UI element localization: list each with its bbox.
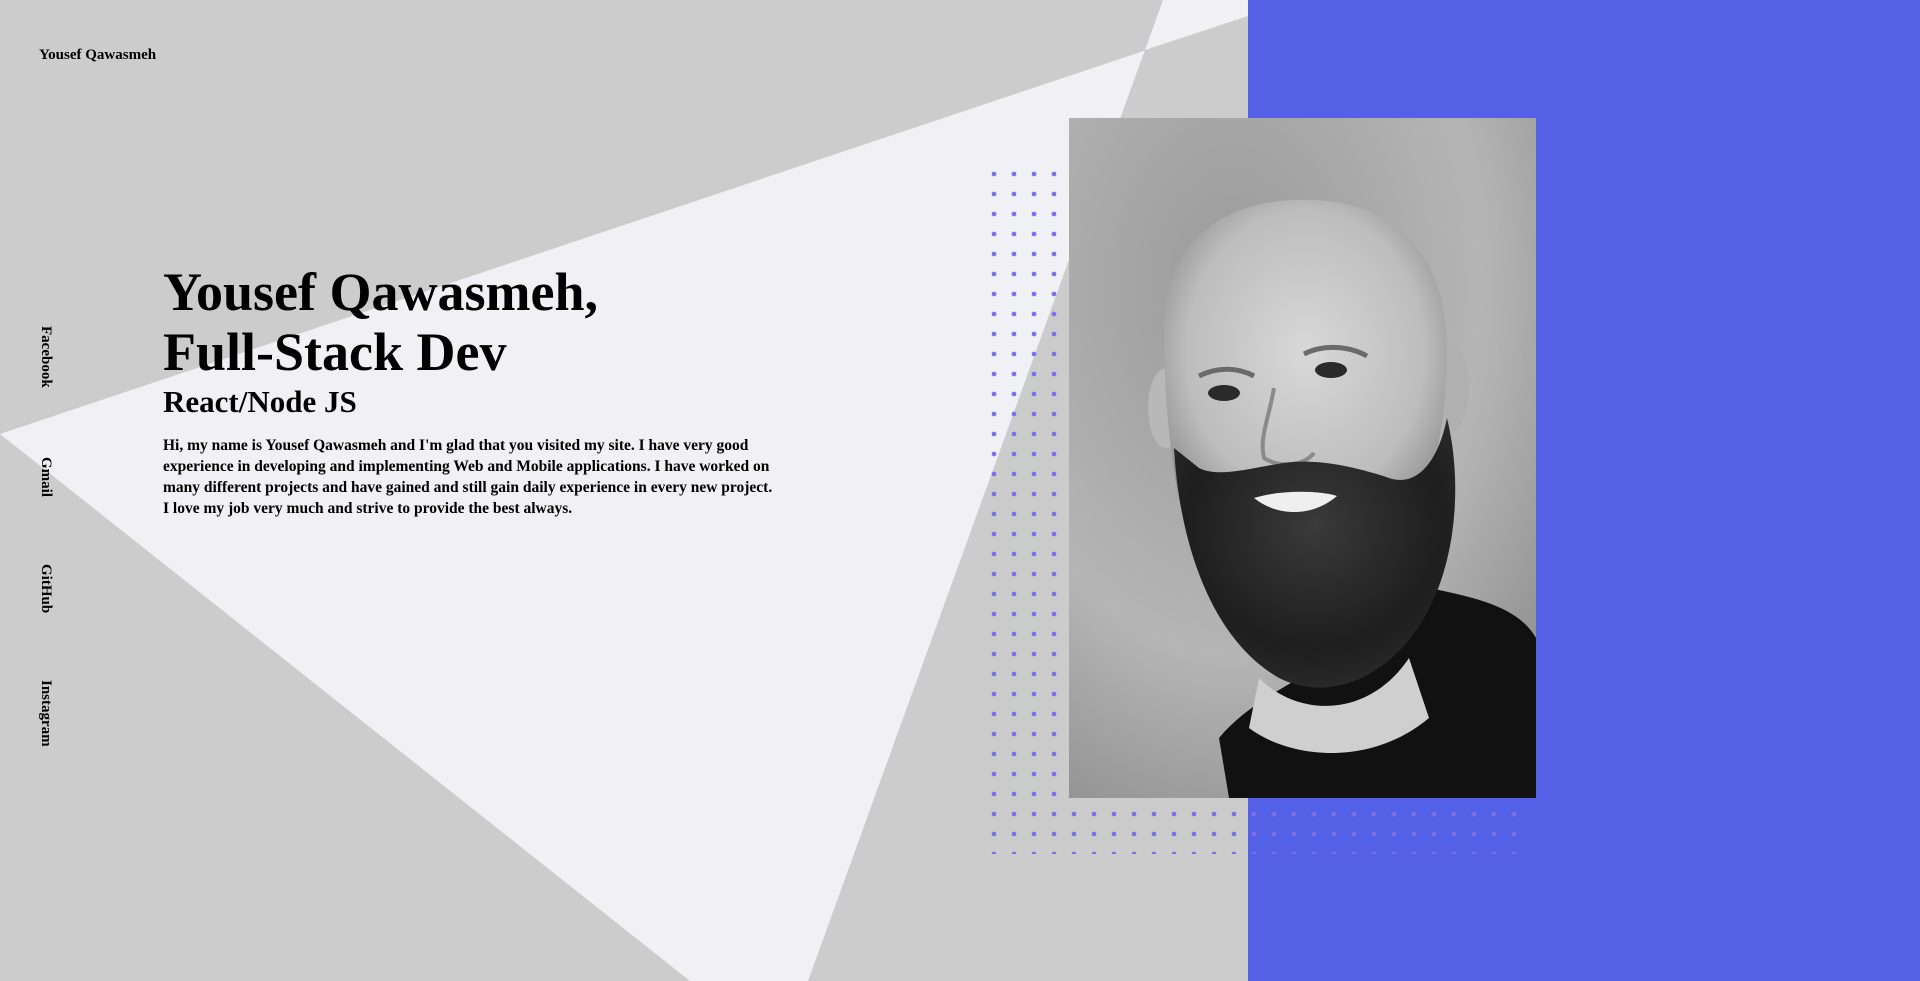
hero-title: Yousef Qawasmeh, Full-Stack Dev xyxy=(163,262,783,382)
hero-section: Yousef Qawasmeh, Full-Stack Dev React/No… xyxy=(163,262,783,519)
site-brand[interactable]: Yousef Qawasmeh xyxy=(39,47,156,64)
hero-title-line-2: Full-Stack Dev xyxy=(163,322,507,382)
instagram-link[interactable]: Instagram xyxy=(32,680,60,747)
hero-intro: Hi, my name is Yousef Qawasmeh and I'm g… xyxy=(163,437,773,517)
facebook-link[interactable]: Facebook xyxy=(32,326,60,388)
hero-subtitle: React/Node JS xyxy=(163,384,357,419)
page: Yousef Qawasmeh Facebook Gmail GitHub In… xyxy=(0,0,1920,981)
hero-title-line-1: Yousef Qawasmeh, xyxy=(163,262,599,322)
gmail-link[interactable]: Gmail xyxy=(32,457,60,497)
github-link[interactable]: GitHub xyxy=(32,564,60,613)
portrait-image xyxy=(1069,118,1536,798)
portrait-photo xyxy=(1069,118,1536,798)
